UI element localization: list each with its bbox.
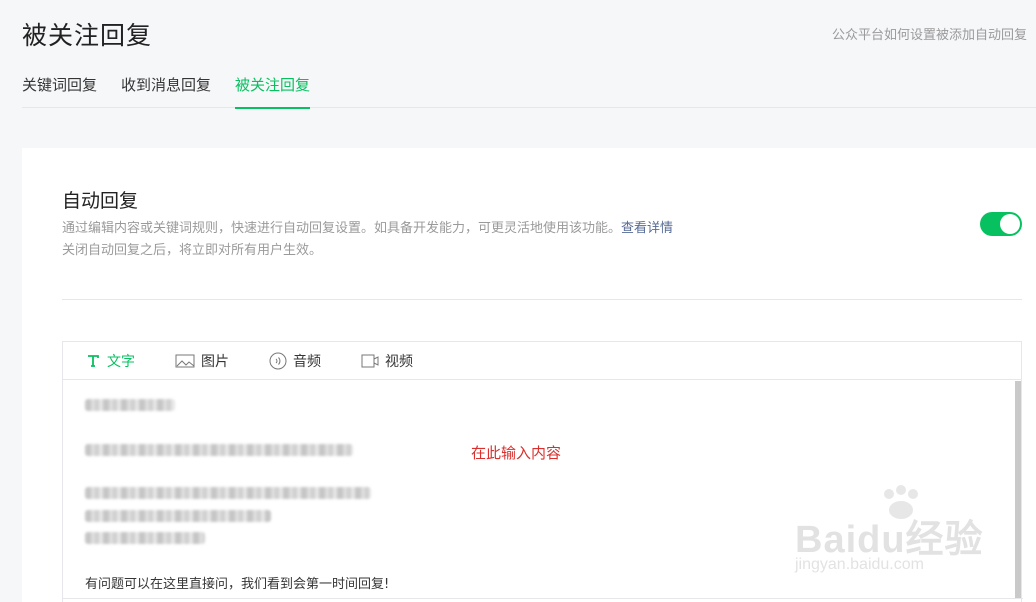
reply-text-footer: 有问题可以在这里直接问，我们看到会第一时间回复! [85,577,390,592]
editor-tab-video[interactable]: 视频 [361,351,413,371]
editor-type-tabs: 文字 图片 音频 视频 [63,342,1021,380]
editor-tab-audio[interactable]: 音频 [269,351,321,371]
watermark-main: Baidu经验 [795,519,984,561]
editor-tab-label: 文字 [107,353,135,370]
tab-keyword-reply[interactable]: 关键词回复 [22,74,97,108]
desc-line-1: 通过编辑内容或关键词规则，快速进行自动回复设置。如具备开发能力，可更灵活地使用该… [62,221,622,236]
editor-tab-label: 图片 [201,353,229,370]
auto-reply-toggle[interactable] [980,212,1022,236]
help-link[interactable]: 公众平台如何设置被添加自动回复 [832,24,1036,43]
audio-icon [269,352,287,369]
view-details-link[interactable]: 查看详情 [621,221,673,236]
tab-message-reply[interactable]: 收到消息回复 [121,74,211,108]
watermark-sub: jingyan.baidu.com [795,556,924,573]
editor-tab-text[interactable]: 文字 [85,351,135,371]
input-hint-annotation: 在此输入内容 [471,444,562,462]
editor-bottom-border [63,598,1023,599]
video-icon [361,354,379,367]
blurred-text [85,510,271,522]
text-icon [88,354,99,367]
divider [62,299,1022,300]
editor-tab-label: 音频 [293,353,321,370]
page-title: 被关注回复 [22,21,153,50]
blurred-text [85,444,353,456]
section-description: 通过编辑内容或关键词规则，快速进行自动回复设置。如具备开发能力，可更灵活地使用该… [62,218,673,262]
section-title: 自动回复 [62,190,139,212]
editor-tab-image[interactable]: 图片 [175,351,229,371]
editor-tab-label: 视频 [385,353,413,370]
reply-tabs: 关键词回复 收到消息回复 被关注回复 [22,74,1036,109]
tab-follow-reply[interactable]: 被关注回复 [235,74,311,109]
blurred-text [85,487,371,499]
desc-line-2: 关闭自动回复之后，将立即对所有用户生效。 [62,243,323,258]
editor-scrollbar[interactable] [1015,381,1021,598]
blurred-text [85,399,175,411]
baidu-watermark: Baidu经验 jingyan.baidu.com [795,485,985,580]
blurred-text [85,532,205,544]
image-icon [175,354,195,367]
toggle-knob [1000,214,1020,234]
